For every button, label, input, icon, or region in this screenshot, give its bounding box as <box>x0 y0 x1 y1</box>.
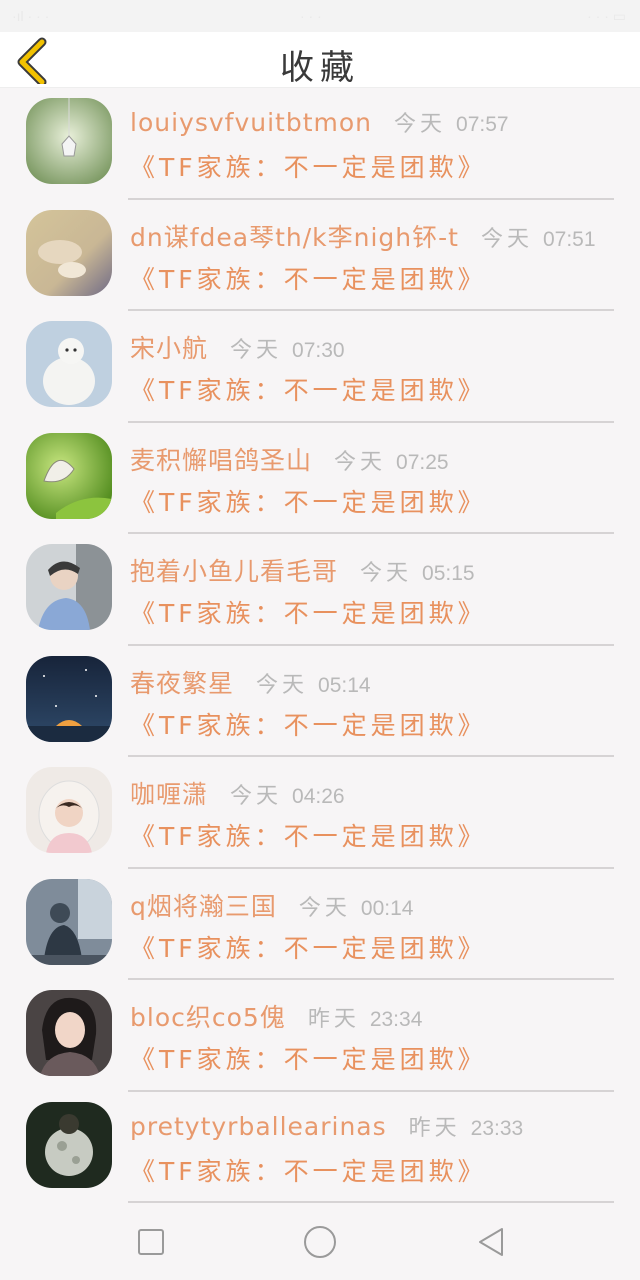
list-item[interactable]: louiysvfvuitbtmon 今天 07:57 《TF家族：不一定是团欺》 <box>0 88 640 200</box>
avatar-image <box>26 544 112 630</box>
username[interactable]: pretytyrballearinas <box>130 1112 387 1141</box>
timestamp: 今天 07:30 <box>230 338 345 363</box>
collected-title[interactable]: 《TF家族：不一定是团欺》 <box>130 1152 614 1188</box>
status-signal: ·ıl · · · <box>12 8 50 24</box>
username[interactable]: q烟将瀚三国 <box>130 887 277 923</box>
avatar[interactable] <box>26 544 112 630</box>
system-back-button[interactable] <box>472 1222 512 1262</box>
timestamp: 今天 05:15 <box>360 561 475 586</box>
list-item[interactable]: dn谋fdea琴th/k李nigh钚-t 今天 07:51 《TF家族：不一定是团… <box>0 200 640 311</box>
list-item[interactable]: 麦积懈唱鸽圣山 今天 07:25 《TF家族：不一定是团欺》 <box>0 423 640 534</box>
timestamp: 今天 07:57 <box>394 112 509 137</box>
avatar[interactable] <box>26 321 112 407</box>
timestamp: 今天 07:51 <box>480 226 596 252</box>
collected-title[interactable]: 《TF家族：不一定是团欺》 <box>130 148 614 184</box>
username[interactable]: bloc织co5傀 <box>130 998 286 1034</box>
username[interactable]: 春夜繁星 <box>130 664 234 700</box>
system-nav-bar <box>0 1204 640 1280</box>
list-item[interactable]: 春夜繁星 今天 05:14 《TF家族：不一定是团欺》 <box>0 646 640 757</box>
collected-title[interactable]: 《TF家族：不一定是团欺》 <box>130 260 614 296</box>
username[interactable]: 咖喱潇 <box>130 775 208 811</box>
avatar[interactable] <box>26 878 112 965</box>
list-item[interactable]: 咖喱潇 今天 04:26 《TF家族：不一定是团欺》 <box>0 757 640 869</box>
list-item[interactable]: 宋小航 今天 07:30 《TF家族：不一定是团欺》 <box>0 311 640 423</box>
avatar[interactable] <box>26 767 112 853</box>
favorites-list: louiysvfvuitbtmon 今天 07:57 《TF家族：不一定是团欺》 … <box>0 88 640 1203</box>
avatar[interactable] <box>26 990 112 1076</box>
timestamp: 今天 05:14 <box>256 672 371 698</box>
username[interactable]: 宋小航 <box>130 329 208 365</box>
username[interactable]: 麦积懈唱鸽圣山 <box>130 441 312 477</box>
triangle-back-icon <box>479 1228 503 1256</box>
collected-title[interactable]: 《TF家族：不一定是团欺》 <box>130 371 614 407</box>
collected-title[interactable]: 《TF家族：不一定是团欺》 <box>130 929 614 965</box>
username[interactable]: 抱着小鱼儿看毛哥 <box>130 552 338 588</box>
timestamp: 昨天 23:33 <box>408 1115 524 1141</box>
list-item[interactable]: q烟将瀚三国 今天 00:14 《TF家族：不一定是团欺》 <box>0 869 640 980</box>
collected-title[interactable]: 《TF家族：不一定是团欺》 <box>130 594 614 630</box>
status-battery: · · · ▭ <box>587 8 626 24</box>
avatar-image <box>26 990 112 1076</box>
avatar-image <box>26 209 112 296</box>
avatar[interactable] <box>26 432 112 519</box>
avatar-image <box>26 655 112 742</box>
avatar-image <box>26 98 112 184</box>
avatar[interactable] <box>26 98 112 184</box>
timestamp: 昨天 23:34 <box>307 1007 423 1032</box>
status-bar: ·ıl · · · · · · · · · ▭ <box>0 0 640 32</box>
avatar-image <box>26 432 112 519</box>
collected-title[interactable]: 《TF家族：不一定是团欺》 <box>130 706 614 742</box>
avatar-image <box>26 321 112 407</box>
avatar-image <box>26 1101 112 1188</box>
divider <box>128 1201 614 1203</box>
collected-title[interactable]: 《TF家族：不一定是团欺》 <box>130 817 614 853</box>
username[interactable]: dn谋fdea琴th/k李nigh钚-t <box>130 218 459 254</box>
status-clock: · · · <box>300 8 322 24</box>
username[interactable]: louiysvfvuitbtmon <box>130 108 372 137</box>
list-item[interactable]: pretytyrballearinas 昨天 23:33 《TF家族：不一定是团欺… <box>0 1092 640 1203</box>
page-title: 收藏 <box>280 48 360 88</box>
avatar-image <box>26 767 112 853</box>
header: 收藏 <box>0 32 640 88</box>
timestamp: 今天 04:26 <box>230 784 345 809</box>
collected-title[interactable]: 《TF家族：不一定是团欺》 <box>130 1040 614 1076</box>
square-icon <box>138 1229 164 1255</box>
collected-title[interactable]: 《TF家族：不一定是团欺》 <box>130 483 614 519</box>
avatar[interactable] <box>26 1101 112 1188</box>
recent-apps-button[interactable] <box>131 1222 171 1262</box>
timestamp: 今天 00:14 <box>298 895 414 921</box>
circle-icon <box>304 1226 336 1258</box>
list-item[interactable]: bloc织co5傀 昨天 23:34 《TF家族：不一定是团欺》 <box>0 980 640 1092</box>
home-button[interactable] <box>300 1222 340 1262</box>
list-item[interactable]: 抱着小鱼儿看毛哥 今天 05:15 《TF家族：不一定是团欺》 <box>0 534 640 646</box>
avatar[interactable] <box>26 209 112 296</box>
avatar-image <box>26 878 112 965</box>
avatar[interactable] <box>26 655 112 742</box>
timestamp: 今天 07:25 <box>334 449 449 475</box>
